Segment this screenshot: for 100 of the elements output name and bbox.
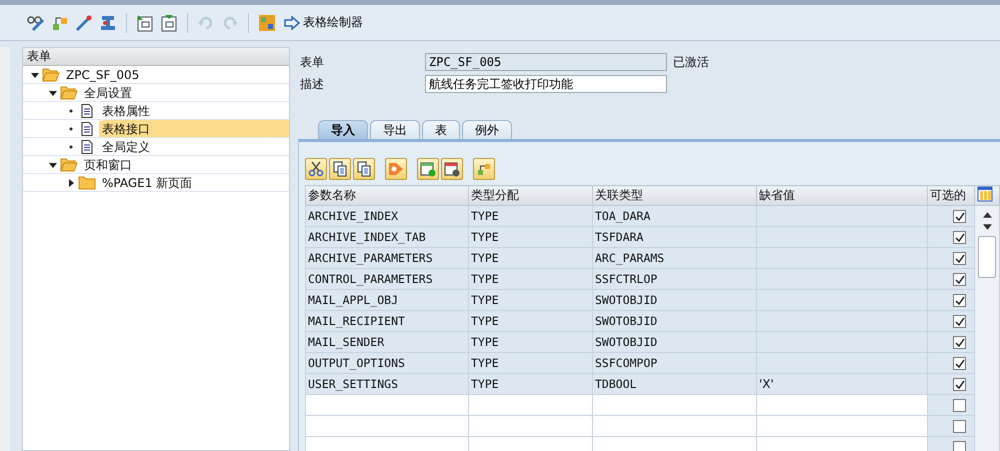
column-header[interactable]: 缺省值 — [756, 186, 928, 206]
table-cell: ARCHIVE_PARAMETERS — [306, 248, 468, 268]
column-header[interactable]: 类型分配 — [468, 186, 592, 206]
tree-item[interactable]: ZPC_SF_005 — [23, 66, 289, 84]
description-label: 描述 — [299, 76, 325, 92]
collapse-icon[interactable] — [49, 88, 57, 96]
tree-label: %PAGE1 新页面 — [101, 174, 194, 190]
table-cell: TYPE — [468, 268, 592, 290]
open-folder-icon — [42, 68, 60, 82]
import-icon[interactable] — [136, 14, 154, 32]
status-text: 已激活 — [673, 54, 709, 70]
checkbox[interactable] — [953, 399, 966, 412]
checkbox[interactable] — [953, 357, 966, 370]
tree-item[interactable]: 全局定义 — [23, 138, 289, 156]
checkbox[interactable] — [953, 378, 966, 392]
table-cell: CONTROL_PARAMETERS — [306, 268, 468, 290]
open-folder-icon — [60, 158, 78, 172]
table-cell: SSFCOMPOP — [592, 352, 756, 374]
table-cell: TSFDARA — [592, 226, 756, 248]
tree-item[interactable]: 表格接口 — [23, 120, 289, 138]
ab-arrow-icon — [388, 161, 404, 177]
form-label: 表单 — [299, 54, 325, 70]
form-painter-button[interactable]: 表格绘制器 — [282, 14, 365, 31]
tab[interactable]: 导入 — [318, 120, 368, 139]
tree-item[interactable]: 表格属性 — [23, 102, 289, 120]
arrow-right-icon — [284, 16, 300, 30]
checkbox[interactable] — [953, 210, 966, 224]
table-cell: SWOTOBJID — [592, 332, 756, 352]
bullet-icon — [67, 124, 75, 132]
scroll-up-icon[interactable] — [982, 212, 992, 218]
table-cell: USER_SETTINGS — [306, 374, 468, 394]
table-cell: ARC_PARAMS — [592, 248, 756, 268]
tree-header: 表单 — [23, 48, 289, 66]
scroll-thumb[interactable] — [978, 236, 996, 278]
folder-icon — [78, 176, 96, 190]
table-cell: TYPE — [468, 206, 592, 226]
collapse-icon[interactable] — [31, 70, 39, 78]
table-cell: TDBOOL — [592, 374, 756, 394]
column-header[interactable]: 参数名称 — [306, 186, 468, 206]
checkbox[interactable] — [953, 420, 966, 434]
tree-label: 全局定义 — [101, 138, 151, 154]
checkbox[interactable] — [953, 336, 966, 350]
checkbox[interactable] — [953, 231, 966, 244]
hierarchy-icon — [476, 161, 492, 177]
copy-icon — [332, 161, 348, 177]
tree-item[interactable]: 页和窗口 — [23, 156, 289, 174]
tree-label: 全局设置 — [83, 84, 133, 100]
insert-row-button[interactable] — [417, 158, 439, 180]
table-cell: SWOTOBJID — [592, 310, 756, 332]
delete-row-button[interactable] — [441, 158, 463, 180]
table-cell: MAIL_RECIPIENT — [306, 310, 468, 332]
checkbox[interactable] — [953, 294, 966, 308]
tab[interactable]: 例外 — [462, 120, 512, 139]
column-header[interactable]: 关联类型 — [592, 186, 756, 206]
tree-label: 页和窗口 — [83, 156, 133, 172]
table-cell: OUTPUT_OPTIONS — [306, 352, 468, 374]
layout-icon[interactable] — [977, 186, 993, 202]
paste-button[interactable] — [353, 158, 375, 180]
scroll-down-icon[interactable] — [982, 224, 992, 230]
table-cell: ARCHIVE_INDEX — [306, 206, 468, 226]
insert-row-icon — [420, 161, 436, 177]
open-folder-icon — [60, 86, 78, 100]
delete-row-icon — [444, 161, 460, 177]
tree-item[interactable]: 全局设置 — [23, 84, 289, 102]
scissors-icon — [308, 161, 324, 177]
table-cell: TYPE — [468, 248, 592, 268]
scissors-button[interactable] — [305, 158, 327, 180]
table-cell: TYPE — [468, 374, 592, 394]
bullet-icon — [67, 142, 75, 150]
column-header[interactable]: 可选的 — [928, 186, 974, 206]
table-cell: MAIL_SENDER — [306, 332, 468, 352]
ab-arrow-button[interactable] — [385, 158, 407, 180]
checkbox[interactable] — [953, 441, 966, 451]
tree-label: 表格属性 — [101, 102, 151, 118]
table-cell: TYPE — [468, 226, 592, 248]
checkbox[interactable] — [953, 315, 966, 328]
wand-icon[interactable] — [75, 14, 93, 32]
copy-button[interactable] — [329, 158, 351, 180]
expand-icon[interactable] — [67, 178, 75, 186]
description-field[interactable]: 航线任务完工签收打印功能 — [425, 75, 667, 93]
form-name-field[interactable]: ZPC_SF_005 — [425, 53, 667, 71]
checkbox[interactable] — [953, 252, 966, 266]
table-cell: TYPE — [468, 352, 592, 374]
collapse-icon[interactable] — [49, 160, 57, 168]
table-cell: TYPE — [468, 290, 592, 310]
table-cell: SSFCTRLOP — [592, 268, 756, 290]
glasses-icon[interactable] — [27, 14, 45, 32]
tab[interactable]: 表 — [422, 120, 460, 139]
table-cell: TYPE — [468, 310, 592, 332]
tree-label: ZPC_SF_005 — [65, 66, 140, 82]
table-cell: TYPE — [468, 332, 592, 352]
tab[interactable]: 导出 — [370, 120, 420, 139]
scrollbar[interactable] — [974, 206, 1000, 451]
table-cell: ARCHIVE_INDEX_TAB — [306, 226, 468, 248]
table-cell: 'X' — [756, 374, 928, 394]
tree-item[interactable]: %PAGE1 新页面 — [23, 174, 289, 192]
export-icon[interactable] — [160, 14, 178, 32]
table-cell: MAIL_APPL_OBJ — [306, 290, 468, 310]
checkbox[interactable] — [953, 273, 966, 286]
bullet-icon — [67, 106, 75, 114]
